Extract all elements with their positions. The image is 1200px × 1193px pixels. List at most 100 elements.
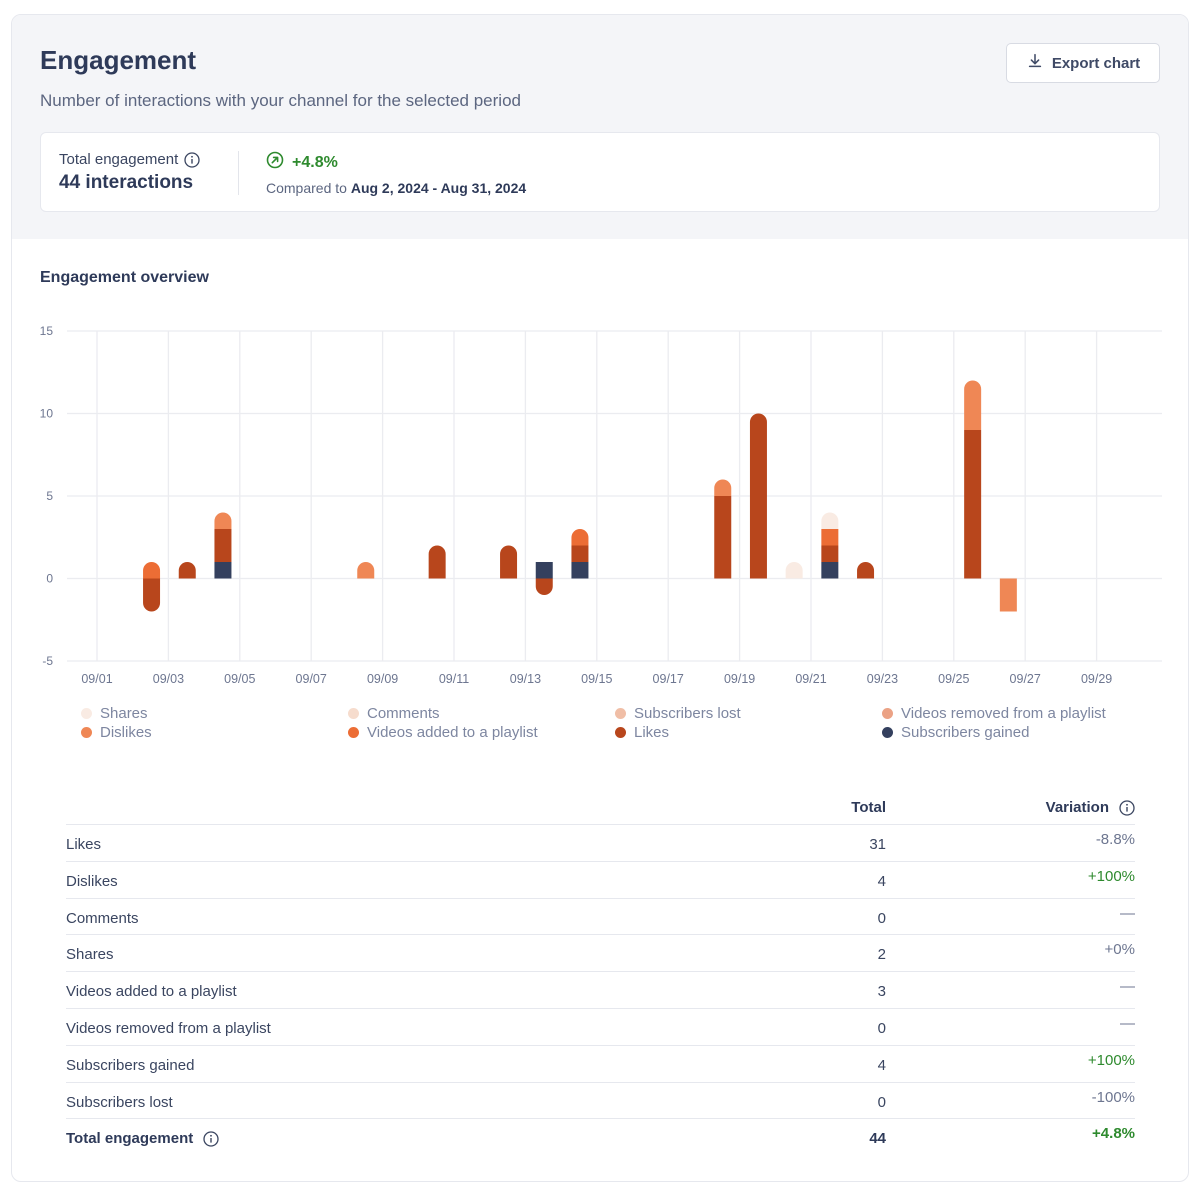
row-name: Videos removed from a playlist [66, 1020, 271, 1037]
row-total: 0 [877, 1093, 886, 1111]
row-variation: +0% [1104, 941, 1135, 959]
row-total: 31 [869, 836, 886, 853]
bar-segment-shares[interactable] [821, 512, 839, 530]
legend-dot-icon [615, 727, 626, 738]
bar-segment-dislikes[interactable] [999, 578, 1017, 612]
legend-item[interactable]: Dislikes [81, 724, 152, 741]
bar-segment-dislikes[interactable] [357, 562, 375, 579]
bar-segment-likes[interactable] [500, 545, 518, 579]
legend-label: Videos removed from a playlist [901, 705, 1106, 722]
legend-dot-icon [348, 708, 359, 719]
delta-value: +4.8% [292, 153, 338, 171]
bar-segment-subscribers-gained[interactable] [535, 562, 553, 579]
total-engagement-value: 44 interactions [59, 172, 194, 193]
page-title: Engagement [40, 45, 197, 75]
x-tick-label: 09/17 [653, 672, 684, 686]
info-icon[interactable] [184, 151, 200, 168]
legend-item[interactable]: Videos added to a playlist [348, 724, 538, 741]
x-tick-label: 09/07 [296, 672, 327, 686]
x-tick-label: 09/19 [724, 672, 755, 686]
bar-segment-dislikes[interactable] [714, 479, 732, 497]
bar-segment-videos-added-to-a-playlist[interactable] [821, 529, 839, 546]
info-icon[interactable] [203, 1131, 219, 1147]
legend-dot-icon [81, 708, 92, 719]
legend-item[interactable]: Subscribers gained [882, 724, 1029, 741]
legend-item[interactable]: Videos removed from a playlist [882, 705, 1106, 722]
row-variation: +4.8% [1092, 1125, 1135, 1143]
bar-segment-likes[interactable] [857, 562, 875, 579]
y-tick-label: 0 [46, 572, 53, 586]
bar-segment-dislikes[interactable] [214, 512, 232, 530]
row-name-text: Total engagement [66, 1130, 194, 1148]
row-variation: +100% [1087, 867, 1135, 885]
bar-segment-dislikes[interactable] [964, 380, 982, 431]
y-tick-label: 5 [46, 489, 53, 503]
bar-segment-likes[interactable] [178, 562, 196, 579]
row-variation: — [1120, 904, 1135, 922]
bar-segment-likes[interactable] [964, 430, 982, 579]
legend-dot-icon [348, 727, 359, 738]
legend-label: Videos added to a playlist [367, 724, 538, 741]
engagement-table: Total Variation Likes 31 -8.8% Dislikes 4 +10… [66, 795, 1135, 1156]
bar-segment-videos-added-to-a-playlist[interactable] [571, 529, 589, 546]
bar-segment-subscribers-gained[interactable] [821, 562, 839, 579]
export-chart-button[interactable]: Export chart [1006, 43, 1160, 83]
bar-segment-likes[interactable] [571, 545, 589, 563]
bar-segment-likes[interactable] [143, 578, 161, 612]
trend-up-icon [266, 151, 284, 174]
table-row: Subscribers gained 4 +100% [66, 1046, 1135, 1083]
x-tick-label: 09/25 [938, 672, 969, 686]
bar-segment-likes[interactable] [821, 545, 839, 563]
bar-segment-subscribers-gained[interactable] [571, 562, 589, 579]
row-total: 44 [869, 1130, 886, 1148]
legend-item[interactable]: Shares [81, 705, 148, 722]
header-variation-wrap: Variation [1046, 799, 1135, 816]
section-title: Engagement overview [40, 269, 209, 286]
x-tick-label: 09/15 [581, 672, 612, 686]
row-name-text: Shares [66, 946, 114, 964]
x-tick-label: 09/11 [439, 672, 469, 686]
legend-label: Likes [634, 724, 670, 741]
legend-label: Subscribers lost [634, 705, 741, 722]
bar-segment-likes[interactable] [214, 529, 232, 562]
row-name: Total engagement [66, 1130, 219, 1147]
bar-segment-shares[interactable] [785, 562, 803, 579]
x-tick-label: 09/29 [1081, 672, 1112, 686]
table-body: Likes 31 -8.8% Dislikes 4 +100% Comments 0 — Shar… [66, 825, 1135, 1156]
row-name: Subscribers gained [66, 1057, 194, 1074]
legend-item[interactable]: Likes [615, 724, 669, 741]
row-name: Likes [66, 836, 101, 853]
legend-dot-icon [615, 708, 626, 719]
x-tick-label: 09/13 [510, 672, 541, 686]
row-variation: — [1120, 1014, 1135, 1032]
header-section: Engagement Number of interactions with y… [12, 15, 1188, 239]
export-chart-label: Export chart [1051, 54, 1141, 72]
bar-segment-likes[interactable] [535, 578, 553, 596]
x-tick-label: 09/01 [81, 672, 112, 686]
download-icon [1026, 52, 1044, 74]
row-name: Videos added to a playlist [66, 983, 237, 1000]
y-tick-label: 10 [40, 407, 54, 421]
bar-segment-subscribers-gained[interactable] [214, 562, 232, 579]
x-tick-label: 09/23 [867, 672, 898, 686]
bar-segment-likes[interactable] [714, 496, 732, 579]
divider [238, 151, 239, 195]
engagement-chart: 15 10 5 0 -5 09/01 09/03 09/05 09/07 09/09 09/11 09… [40, 324, 1162, 686]
header-variation: Variation [1045, 799, 1109, 816]
legend-item[interactable]: Subscribers lost [615, 705, 741, 722]
row-name: Subscribers lost [66, 1094, 173, 1111]
table-row: Comments 0 — [66, 899, 1135, 936]
table-header: Total Variation [66, 795, 1135, 825]
legend-item[interactable]: Comments [348, 705, 440, 722]
x-tick-label: 09/27 [1010, 672, 1041, 686]
y-tick-label: -5 [42, 654, 53, 668]
info-icon[interactable] [1119, 799, 1135, 816]
bar-segment-likes[interactable] [749, 413, 767, 579]
row-name-text: Likes [66, 836, 102, 853]
engagement-card: Engagement Number of interactions with y… [11, 14, 1189, 1182]
x-tick-label: 09/05 [224, 672, 255, 686]
row-total: 4 [877, 1056, 886, 1074]
bar-segment-videos-added-to-a-playlist[interactable] [143, 562, 161, 579]
total-engagement-label-wrap: Total engagement [59, 151, 200, 168]
bar-segment-likes[interactable] [428, 545, 446, 579]
